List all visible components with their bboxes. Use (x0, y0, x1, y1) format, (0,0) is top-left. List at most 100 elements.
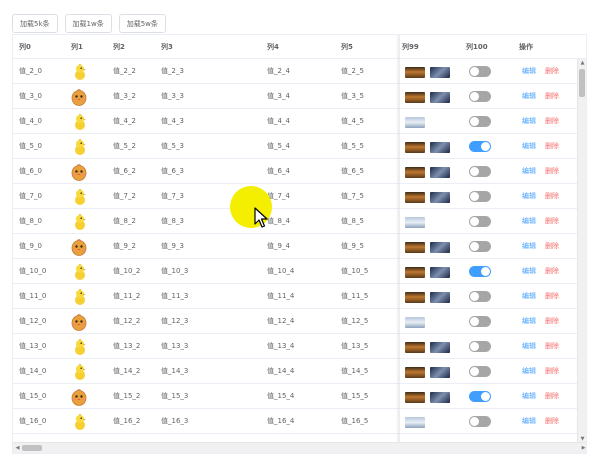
delete-link[interactable]: 删除 (545, 309, 559, 334)
image-thumbnail[interactable] (405, 67, 425, 78)
status-toggle[interactable] (469, 316, 491, 327)
delete-link[interactable]: 删除 (545, 359, 559, 384)
vertical-scroll-thumb[interactable] (579, 69, 585, 97)
table-body[interactable]: 值_2_0 值_2_2 值_2_3 值_2_4 值_2_5 编辑 删除 值_3_0 值_3_2 值… (13, 59, 586, 444)
image-thumbnail[interactable] (405, 142, 425, 153)
table-row[interactable]: 值_5_0 值_5_2 值_5_3 值_5_4 值_5_5 编辑 删除 (13, 134, 586, 159)
image-thumbnail[interactable] (405, 167, 425, 178)
status-toggle[interactable] (469, 391, 491, 402)
column-header-5[interactable]: 列5 (341, 35, 353, 59)
image-thumbnail[interactable] (430, 292, 450, 303)
table-row[interactable]: 值_16_0 值_16_2 值_16_3 值_16_4 值_16_5 编辑 删除 (13, 409, 586, 434)
edit-link[interactable]: 编辑 (522, 184, 536, 209)
image-thumbnail[interactable] (430, 267, 450, 278)
delete-link[interactable]: 删除 (545, 259, 559, 284)
delete-link[interactable]: 删除 (545, 109, 559, 134)
image-thumbnail[interactable] (430, 342, 450, 353)
image-thumbnail[interactable] (405, 342, 425, 353)
status-toggle[interactable] (469, 241, 491, 252)
table-row[interactable]: 值_15_0 值_15_2 值_15_3 值_15_4 值_15_5 编辑 删除 (13, 384, 586, 409)
image-thumbnail[interactable] (405, 392, 425, 403)
image-thumbnail[interactable] (430, 92, 450, 103)
table-row[interactable]: 值_13_0 值_13_2 值_13_3 值_13_4 值_13_5 编辑 删除 (13, 334, 586, 359)
column-header-4[interactable]: 列4 (267, 35, 279, 59)
delete-link[interactable]: 删除 (545, 284, 559, 309)
status-toggle[interactable] (469, 116, 491, 127)
image-thumbnail[interactable] (430, 167, 450, 178)
image-thumbnail[interactable] (405, 317, 425, 328)
edit-link[interactable]: 编辑 (522, 109, 536, 134)
column-header-99[interactable]: 列99 (402, 35, 419, 59)
edit-link[interactable]: 编辑 (522, 309, 536, 334)
delete-link[interactable]: 删除 (545, 134, 559, 159)
column-header-3[interactable]: 列3 (161, 35, 173, 59)
image-thumbnail[interactable] (405, 242, 425, 253)
table-row[interactable]: 值_7_0 值_7_2 值_7_3 值_7_4 值_7_5 编辑 删除 (13, 184, 586, 209)
edit-link[interactable]: 编辑 (522, 209, 536, 234)
edit-link[interactable]: 编辑 (522, 359, 536, 384)
column-header-actions[interactable]: 操作 (519, 35, 533, 59)
edit-link[interactable]: 编辑 (522, 84, 536, 109)
image-thumbnail[interactable] (430, 142, 450, 153)
scroll-up-icon[interactable]: ▲ (578, 59, 586, 68)
image-thumbnail[interactable] (405, 92, 425, 103)
status-toggle[interactable] (469, 291, 491, 302)
table-row[interactable]: 值_10_0 值_10_2 值_10_3 值_10_4 值_10_5 编辑 删除 (13, 259, 586, 284)
delete-link[interactable]: 删除 (545, 384, 559, 409)
image-thumbnail[interactable] (405, 192, 425, 203)
status-toggle[interactable] (469, 91, 491, 102)
image-thumbnail[interactable] (430, 242, 450, 253)
status-toggle[interactable] (469, 66, 491, 77)
status-toggle[interactable] (469, 216, 491, 227)
table-row[interactable]: 值_6_0 值_6_2 值_6_3 值_6_4 值_6_5 编辑 删除 (13, 159, 586, 184)
edit-link[interactable]: 编辑 (522, 334, 536, 359)
image-thumbnail[interactable] (405, 417, 425, 428)
column-header-1[interactable]: 列1 (71, 35, 83, 59)
status-toggle[interactable] (469, 191, 491, 202)
edit-link[interactable]: 编辑 (522, 259, 536, 284)
image-thumbnail[interactable] (430, 192, 450, 203)
delete-link[interactable]: 删除 (545, 234, 559, 259)
table-row[interactable]: 值_4_0 值_4_2 值_4_3 值_4_4 值_4_5 编辑 删除 (13, 109, 586, 134)
scroll-left-icon[interactable]: ◀ (13, 444, 22, 453)
delete-link[interactable]: 删除 (545, 159, 559, 184)
image-thumbnail[interactable] (430, 67, 450, 78)
table-row[interactable]: 值_2_0 值_2_2 值_2_3 值_2_4 值_2_5 编辑 删除 (13, 59, 586, 84)
edit-link[interactable]: 编辑 (522, 234, 536, 259)
image-thumbnail[interactable] (405, 117, 425, 128)
delete-link[interactable]: 删除 (545, 334, 559, 359)
edit-link[interactable]: 编辑 (522, 409, 536, 434)
status-toggle[interactable] (469, 266, 491, 277)
delete-link[interactable]: 删除 (545, 209, 559, 234)
edit-link[interactable]: 编辑 (522, 159, 536, 184)
table-row[interactable]: 值_11_0 值_11_2 值_11_3 值_11_4 值_11_5 编辑 删除 (13, 284, 586, 309)
load-5k-button[interactable]: 加载5k条 (12, 14, 58, 33)
image-thumbnail[interactable] (430, 367, 450, 378)
image-thumbnail[interactable] (430, 392, 450, 403)
delete-link[interactable]: 删除 (545, 59, 559, 84)
scroll-right-icon[interactable]: ▶ (579, 444, 586, 453)
column-header-2[interactable]: 列2 (113, 35, 125, 59)
delete-link[interactable]: 删除 (545, 184, 559, 209)
image-thumbnail[interactable] (405, 267, 425, 278)
horizontal-scroll-thumb[interactable] (22, 445, 42, 451)
column-header-100[interactable]: 列100 (466, 35, 488, 59)
load-50k-button[interactable]: 加载5w条 (118, 14, 166, 33)
horizontal-scrollbar[interactable]: ◀ ▶ (13, 442, 586, 453)
load-10k-button[interactable]: 加载1w条 (64, 14, 112, 33)
image-thumbnail[interactable] (405, 367, 425, 378)
delete-link[interactable]: 删除 (545, 409, 559, 434)
status-toggle[interactable] (469, 366, 491, 377)
table-row[interactable]: 值_3_0 值_3_2 值_3_3 值_3_4 值_3_5 编辑 删除 (13, 84, 586, 109)
image-thumbnail[interactable] (405, 292, 425, 303)
table-row[interactable]: 值_8_0 值_8_2 值_8_3 值_8_4 值_8_5 编辑 删除 (13, 209, 586, 234)
edit-link[interactable]: 编辑 (522, 384, 536, 409)
edit-link[interactable]: 编辑 (522, 284, 536, 309)
status-toggle[interactable] (469, 141, 491, 152)
image-thumbnail[interactable] (405, 217, 425, 228)
table-row[interactable]: 值_14_0 值_14_2 值_14_3 值_14_4 值_14_5 编辑 删除 (13, 359, 586, 384)
edit-link[interactable]: 编辑 (522, 59, 536, 84)
status-toggle[interactable] (469, 166, 491, 177)
table-row[interactable]: 值_12_0 值_12_2 值_12_3 值_12_4 值_12_5 编辑 删除 (13, 309, 586, 334)
status-toggle[interactable] (469, 341, 491, 352)
